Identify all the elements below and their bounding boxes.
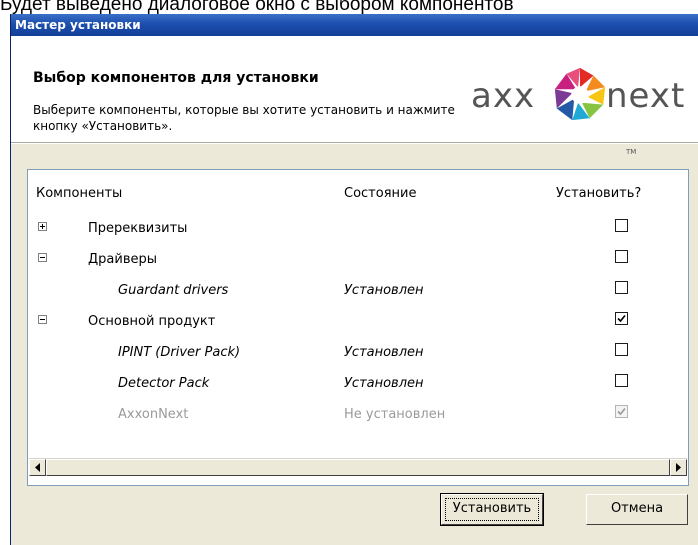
scroll-left-button[interactable] [29,459,46,476]
arrow-right-icon [676,463,681,472]
arrow-left-icon [35,463,40,472]
installer-window: Мастер установки Выбор компонентов для у… [10,14,698,545]
component-row[interactable]: Detector Pack Установлен [28,369,688,399]
scroll-right-button[interactable] [670,459,687,476]
component-state: Установлен [344,345,424,360]
component-row[interactable]: Guardant drivers Установлен [28,276,688,306]
collapse-minus-icon[interactable] [38,315,47,324]
check-icon [617,314,626,323]
install-checkbox [615,405,628,418]
component-label: Основной продукт [88,314,216,329]
component-row[interactable]: Драйверы [28,245,688,275]
install-checkbox[interactable] [615,250,628,263]
component-row[interactable]: AxxonNext Не установлен [28,400,688,430]
window-title: Мастер установки [15,18,141,32]
page-title: Выбор компонентов для установки [33,70,319,86]
component-label: AxxonNext [118,407,189,422]
axxon-next-logo: axx next TM [471,64,698,160]
component-label: Guardant drivers [118,283,229,298]
component-label: Detector Pack [118,376,210,391]
page-subtitle: Выберите компоненты, которые вы хотите у… [33,103,455,133]
install-checkbox[interactable] [615,343,628,356]
component-label: Драйверы [88,252,157,267]
components-list[interactable]: Компоненты Состояние Установить? Пререкв… [27,169,689,486]
logo-text-left: axx [471,76,536,116]
component-row[interactable]: Основной продукт [28,307,688,337]
install-checkbox[interactable] [615,219,628,232]
install-checkbox[interactable] [615,281,628,294]
install-checkbox[interactable] [615,374,628,387]
install-button-label: Установить [452,501,532,516]
column-header-state[interactable]: Состояние [344,186,416,201]
logo-text-right: next [606,76,686,116]
check-icon [617,407,626,416]
column-header-components[interactable]: Компоненты [36,186,122,201]
cancel-button[interactable]: Отмена [586,494,688,525]
cancel-button-label: Отмена [610,501,664,516]
logo-flower-icon [554,67,606,121]
scroll-thumb[interactable] [46,459,670,476]
horizontal-scrollbar[interactable] [29,458,687,476]
header-divider-highlight [11,143,698,144]
window-titlebar[interactable]: Мастер установки [11,14,698,36]
collapse-minus-icon[interactable] [38,253,47,262]
install-button[interactable]: Установить [440,493,544,526]
logo-trademark: TM [626,148,637,156]
component-row[interactable]: Пререквизиты [28,214,688,244]
install-checkbox[interactable] [615,312,628,325]
component-state: Установлен [344,376,424,391]
component-label: Пререквизиты [88,221,188,236]
component-state: Установлен [344,283,424,298]
component-state: Не установлен [344,407,446,422]
component-row[interactable]: IPINT (Driver Pack) Установлен [28,338,688,368]
expand-plus-icon[interactable] [38,222,47,231]
column-header-install[interactable]: Установить? [556,186,641,201]
component-label: IPINT (Driver Pack) [118,345,241,360]
wizard-header: Выбор компонентов для установки Выберите… [11,36,698,156]
